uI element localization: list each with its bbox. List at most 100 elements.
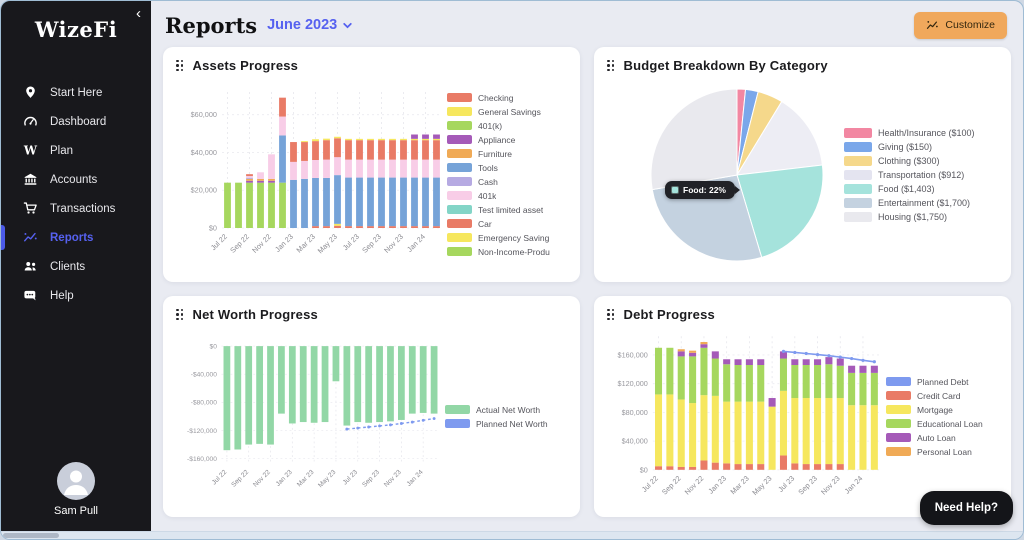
bar-segment (837, 358, 844, 365)
legend-item: Planned Net Worth (445, 419, 567, 429)
customize-button[interactable]: Customize (914, 12, 1007, 39)
bar-segment (420, 346, 427, 413)
svg-text:Sep 22: Sep 22 (660, 473, 683, 496)
card-title: Budget Breakdown By Category (624, 58, 828, 73)
card-title: Assets Progress (193, 58, 299, 73)
legend-item: Clothing ($300) (844, 156, 994, 166)
bar-segment (723, 401, 730, 463)
legend-item: Entertainment ($1,700) (844, 198, 994, 208)
svg-text:$40,000: $40,000 (622, 436, 648, 445)
sidebar-item-start-here[interactable]: Start Here (1, 78, 151, 107)
bar-segment (678, 399, 685, 466)
period-selector[interactable]: June 2023 (267, 17, 353, 33)
sidebar-item-accounts[interactable]: Accounts (1, 165, 151, 194)
legend-label: Auto Loan (917, 433, 956, 443)
sidebar-collapse-button[interactable]: ‹ (136, 6, 141, 21)
bars (224, 97, 440, 227)
bar-segment (268, 180, 275, 182)
bar-segment (678, 349, 685, 351)
bar-segment (343, 346, 350, 425)
svg-text:Jan 24: Jan 24 (406, 468, 425, 487)
bar-segment (655, 347, 662, 394)
sidebar-item-dashboard[interactable]: Dashboard (1, 107, 151, 136)
legend-item: Cash (447, 177, 567, 187)
bar-segment (746, 464, 753, 470)
bar-segment (224, 346, 231, 450)
sidebar-item-reports[interactable]: Reports (1, 223, 151, 252)
legend-item: General Savings (447, 107, 567, 117)
person-icon (57, 462, 95, 500)
chart-assets-svg: $0$20,000$40,000$60,000Jul 22Sep 22Nov 2… (178, 84, 446, 266)
drag-handle-icon[interactable] (176, 60, 184, 72)
bar-segment (655, 466, 662, 470)
legend-swatch (886, 419, 911, 428)
legend-item: Health/Insurance ($100) (844, 128, 994, 138)
bar-segment (400, 226, 407, 228)
legend-swatch (844, 156, 872, 166)
bar-segment (791, 365, 798, 398)
legend-item: Auto Loan (886, 433, 998, 443)
bar-segment (378, 159, 385, 177)
legend-item: Furniture (447, 149, 567, 159)
legend-label: Clothing ($300) (878, 156, 940, 166)
bar-segment (409, 346, 416, 414)
legend-label: Health/Insurance ($100) (878, 128, 975, 138)
bar-segment (848, 372, 855, 404)
legend-swatch (445, 405, 470, 414)
bar-segment (700, 460, 707, 469)
bar-segment (290, 161, 297, 179)
bar-segment (389, 138, 396, 139)
svg-text:Nov 23: Nov 23 (383, 468, 403, 488)
horizontal-scrollbar[interactable] (1, 531, 1023, 539)
bar-segment (345, 177, 352, 226)
bar-segment (365, 346, 372, 423)
bar-segment (859, 405, 866, 470)
bar-segment (689, 352, 696, 356)
sidebar-item-help[interactable]: Help (1, 281, 151, 310)
bar-segment (825, 364, 832, 398)
bar-segment (746, 365, 753, 402)
need-help-button[interactable]: Need Help? (920, 491, 1013, 525)
legend-swatch (886, 433, 911, 442)
chart-line-icon (23, 230, 38, 245)
legend-swatch (447, 149, 472, 158)
legend-label: Test limited asset (478, 205, 543, 215)
sidebar-item-plan[interactable]: WPlan (1, 136, 151, 165)
svg-text:Jan 23: Jan 23 (706, 473, 728, 495)
bar-segment (411, 140, 418, 159)
scrollbar-thumb[interactable] (3, 533, 59, 538)
pin-icon (23, 85, 38, 100)
svg-text:Jul 23: Jul 23 (342, 468, 360, 486)
sidebar-item-clients[interactable]: Clients (1, 252, 151, 281)
bar-segment (655, 394, 662, 466)
drag-handle-icon[interactable] (607, 309, 615, 321)
bar-segment (791, 463, 798, 469)
sidebar-item-transactions[interactable]: Transactions (1, 194, 151, 223)
legend-label: Checking (478, 93, 513, 103)
debt-legend: Planned DebtCredit CardMortgageEducation… (886, 377, 998, 457)
budget-pie-svg (649, 87, 825, 263)
svg-text:May 23: May 23 (317, 468, 338, 489)
bar-segment (311, 346, 318, 423)
bar-segment (400, 177, 407, 226)
bar-segment (803, 398, 810, 464)
svg-text:$120,000: $120,000 (618, 379, 648, 388)
bar-segment (323, 138, 330, 140)
bar-segment (279, 116, 286, 135)
legend-label: Giving ($150) (878, 142, 932, 152)
avatar[interactable] (57, 462, 95, 500)
bar-segment (246, 176, 253, 178)
bar-segment (689, 403, 696, 467)
drag-handle-icon[interactable] (607, 60, 615, 72)
legend-item: 401(k) (447, 121, 567, 131)
cards-grid: Assets Progress $0$20,000$40,000$60,000J… (163, 47, 1011, 517)
chevron-down-icon (342, 20, 353, 31)
bar-segment (422, 140, 429, 159)
bar-segment (312, 160, 319, 178)
drag-handle-icon[interactable] (176, 309, 184, 321)
legend-swatch (844, 184, 872, 194)
bar-segment (387, 346, 394, 421)
svg-text:$80,000: $80,000 (622, 407, 648, 416)
card-title: Net Worth Progress (193, 307, 318, 322)
legend-label: Appliance (478, 135, 515, 145)
